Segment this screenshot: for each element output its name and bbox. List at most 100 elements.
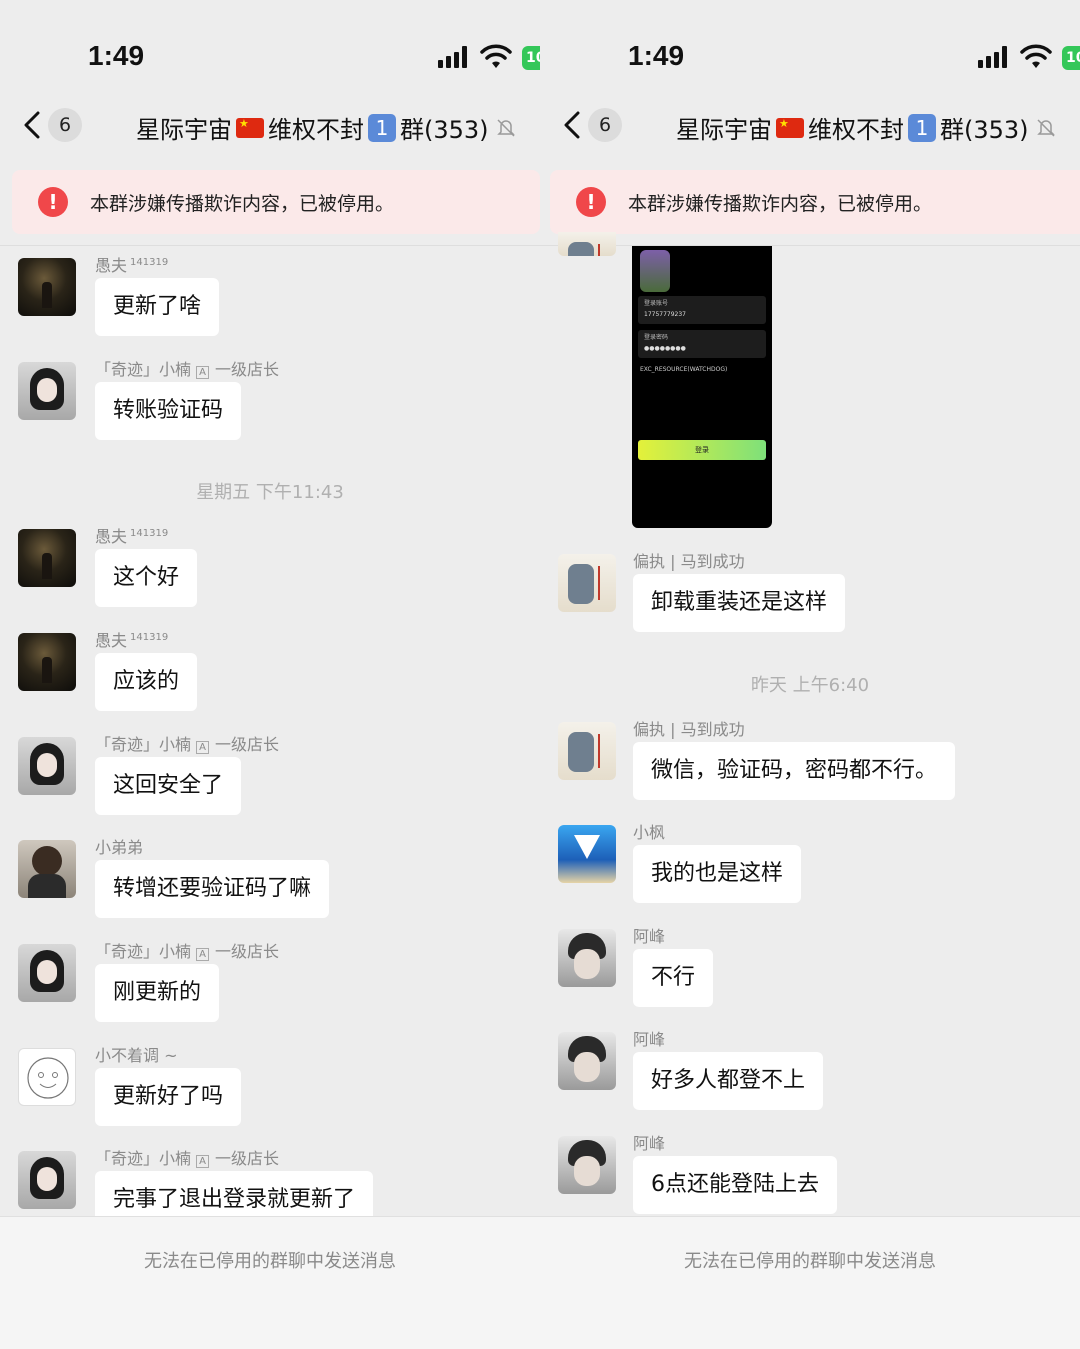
game-character-image [640,250,670,292]
title-text-3: 群(353) [400,116,489,144]
sender-name: 小不着调 ~ [95,1046,178,1065]
battery-icon: 10 [1062,46,1080,70]
title-text-2: 维权不封 [268,116,364,144]
unread-count-badge[interactable]: 6 [588,108,622,142]
account-field-image: 登录账号 17757779237 [638,296,766,324]
avatar[interactable] [18,258,76,316]
disabled-input-notice: 无法在已停用的群聊中发送消息 [144,1251,396,1272]
avatar[interactable] [18,944,76,1002]
battery-icon: 10 [522,46,540,70]
avatar[interactable] [18,1151,76,1209]
avatar[interactable] [18,529,76,587]
role-tag-icon: A [196,741,209,754]
mute-bell-icon [496,118,515,137]
error-text-image: EXC_RESOURCE(WATCHDOG) [640,366,728,373]
back-chevron-icon[interactable] [22,110,42,140]
message-bubble[interactable]: 卸载重装还是这样 [633,574,846,632]
header-divider [540,245,1080,246]
avatar[interactable] [558,232,616,256]
avatar[interactable] [18,633,76,691]
avatar[interactable] [558,722,616,780]
sender-name: 愚夫 141319 [95,256,169,275]
sender-name: 「奇迹」小楠 A 一级店长 [95,735,279,754]
china-flag-icon [236,117,264,138]
timestamp: 星期五 下午11:43 [196,482,344,503]
avatar[interactable] [558,1136,616,1194]
avatar[interactable] [18,840,76,898]
smiley-face-icon [27,1057,69,1099]
avatar[interactable] [558,825,616,883]
title-text-1: 星际宇宙 [136,116,232,144]
sender-name: 「奇迹」小楠 A 一级店长 [95,360,279,379]
message-bubble[interactable]: 不行 [633,949,714,1007]
sender-name: 愚夫 141319 [95,631,169,650]
message-bubble[interactable]: 转账验证码 [95,382,242,440]
chat-title[interactable]: 星际宇宙 维权不封 1 群(353) [136,110,517,145]
nav-bar: 6 星际宇宙 维权不封 1 群(353) [0,98,540,154]
avatar[interactable] [18,362,76,420]
message-bubble[interactable]: 更新了啥 [95,278,220,336]
message-bubble[interactable]: 转增还要验证码了嘛 [95,860,330,918]
role-tag-icon: A [196,366,209,379]
sender-name: 愚夫 141319 [95,527,169,546]
right-chat-screen: 1:49 10 6 星际宇宙 维权不封 1 群(353) ! 本群涉嫌传播欺诈内… [540,0,1080,1349]
banner-text: 本群涉嫌传播欺诈内容，已被停用。 [628,193,933,215]
wifi-icon [1020,44,1052,68]
login-button-image: 登录 [638,440,766,460]
sender-name: 小枫 [633,823,666,842]
sender-name: 阿峰 [633,1030,666,1049]
message-bubble[interactable]: 应该的 [95,653,198,711]
message-bubble[interactable]: 更新好了吗 [95,1068,242,1126]
message-bubble[interactable]: 我的也是这样 [633,845,802,903]
avatar[interactable] [18,1048,76,1106]
input-disabled-footer: 无法在已停用的群聊中发送消息 [0,1216,540,1349]
sender-name: 阿峰 [633,1134,666,1153]
sender-badge: 141319 [130,256,169,268]
input-disabled-footer: 无法在已停用的群聊中发送消息 [540,1216,1080,1349]
sender-name: 阿峰 [633,927,666,946]
message-bubble[interactable]: 微信，验证码，密码都不行。 [633,742,956,800]
role-tag-icon: A [196,1155,209,1168]
status-icons: 10 [978,44,1080,72]
message-bubble[interactable]: 6点还能登陆上去 [633,1156,837,1214]
message-bubble[interactable]: 这回安全了 [95,757,242,815]
left-chat-screen: 1:49 10 6 星际宇宙 维权不封 1 群(353) ! 本群涉嫌传播欺诈内… [0,0,540,1349]
header-divider [0,245,540,246]
status-icons: 10 [438,44,540,72]
message-bubble[interactable]: 好多人都登不上 [633,1052,824,1110]
sender-name: 偏执 | 马到成功 [633,720,745,739]
nav-bar: 6 星际宇宙 维权不封 1 群(353) [540,98,1080,154]
sender-name: 偏执 | 马到成功 [633,552,745,571]
warning-icon: ! [38,187,68,217]
keycap-one-icon: 1 [368,113,396,142]
warning-icon: ! [576,187,606,217]
disabled-input-notice: 无法在已停用的群聊中发送消息 [684,1251,936,1272]
chat-title[interactable]: 星际宇宙 维权不封 1 群(353) [676,110,1057,145]
sender-name: 「奇迹」小楠 A 一级店长 [95,1149,279,1168]
signal-icon [978,46,1012,68]
mute-bell-icon [1036,118,1055,137]
back-chevron-icon[interactable] [562,110,582,140]
password-field-image: 登录密码 ●●●●●●●● [638,330,766,358]
wifi-icon [480,44,512,68]
banner-text: 本群涉嫌传播欺诈内容，已被停用。 [90,193,395,215]
avatar[interactable] [18,737,76,795]
avatar[interactable] [558,554,616,612]
unread-count-badge[interactable]: 6 [48,108,82,142]
sender-name: 小弟弟 [95,838,144,857]
signal-icon [438,46,472,68]
disabled-group-banner: ! 本群涉嫌传播欺诈内容，已被停用。 [12,170,540,234]
avatar[interactable] [558,1032,616,1090]
role-tag-icon: A [196,948,209,961]
timestamp: 昨天 上午6:40 [750,675,870,696]
login-screenshot-image[interactable]: 登录账号 17757779237 登录密码 ●●●●●●●● EXC_RESOURC… [632,246,772,528]
sender-name: 「奇迹」小楠 A 一级店长 [95,942,279,961]
disabled-group-banner: ! 本群涉嫌传播欺诈内容，已被停用。 [550,170,1080,234]
status-time: 1:49 [628,40,685,71]
message-bubble[interactable]: 刚更新的 [95,964,220,1022]
china-flag-icon [776,117,804,138]
avatar[interactable] [558,929,616,987]
message-bubble[interactable]: 这个好 [95,549,198,607]
status-time: 1:49 [88,40,145,71]
keycap-one-icon: 1 [908,113,936,142]
